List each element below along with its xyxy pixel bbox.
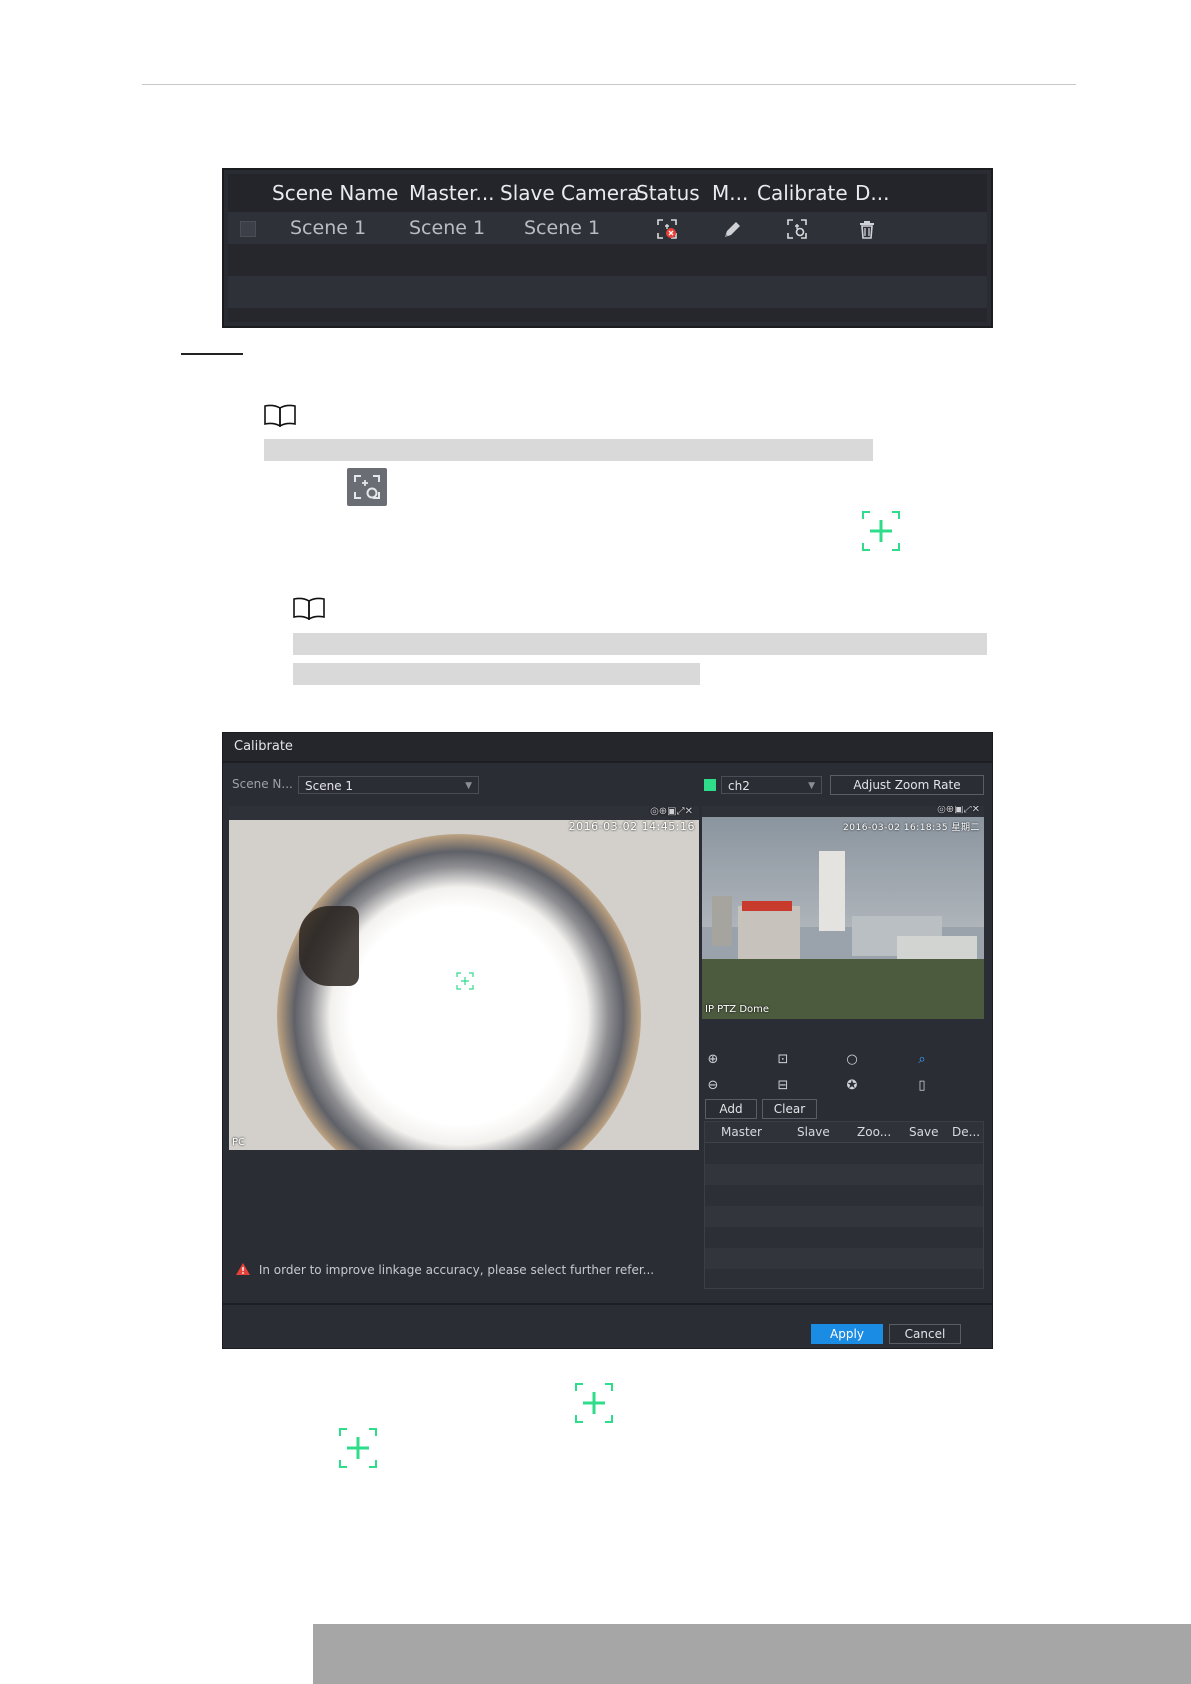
calibrate-button-image (347, 468, 387, 506)
apply-button[interactable]: Apply (811, 1324, 883, 1344)
warning-message: In order to improve linkage accuracy, pl… (235, 1262, 654, 1277)
col-scene-name[interactable]: Scene Name (272, 174, 398, 212)
cancel-button[interactable]: Cancel (889, 1324, 961, 1344)
table-row[interactable]: Scene 1 Scene 1 Scene 1 (228, 212, 987, 244)
zoom-out-icon[interactable]: ⊖ (704, 1077, 722, 1095)
cell-slave: Scene 1 (524, 217, 601, 239)
col-delete[interactable]: D... (855, 174, 889, 212)
note-text-redacted (293, 663, 700, 685)
note-book-icon (264, 404, 296, 427)
scene-select-value: Scene 1 (305, 779, 354, 793)
scene-list-table: Scene Name Master... Slave Camera Status… (222, 168, 993, 328)
status-offline-icon (657, 219, 677, 239)
table-row (705, 1143, 983, 1164)
video-building (738, 906, 800, 966)
dialog-title: Calibrate (223, 733, 992, 761)
calibrate-icon[interactable] (786, 218, 808, 240)
calibration-points-table: Master Slave Zoo... Save De... (704, 1121, 984, 1289)
note-book-icon (293, 597, 325, 620)
channel-color-indicator (704, 779, 716, 791)
video-toolbar: ◎⊕▣⤢✕ (702, 806, 984, 817)
slave-channel-osd: IP PTZ Dome (705, 1004, 770, 1015)
col-zoom[interactable]: Zoo... (857, 1122, 891, 1142)
table-row (705, 1227, 983, 1248)
table-row (705, 1164, 983, 1185)
table-row (705, 1185, 983, 1206)
slave-timestamp: 2016-03-02 16:18:35 星期二 (843, 823, 980, 833)
col-slave-camera[interactable]: Slave Camera (500, 174, 640, 212)
zoom-in-icon[interactable]: ⊕ (704, 1051, 722, 1069)
focus-point-icon (339, 1428, 377, 1468)
dialog-footer-separator (223, 1303, 992, 1305)
page-header-rule (142, 84, 1076, 85)
col-status[interactable]: Status (636, 174, 700, 212)
master-video-view[interactable]: ◎⊕▣⤢✕ 2016-03-02 14:45:16 PC (229, 806, 699, 1150)
col-delete[interactable]: De... (952, 1122, 980, 1142)
mouse-icon[interactable]: ▯ (913, 1077, 931, 1095)
edit-pencil-icon[interactable] (722, 220, 742, 240)
iris-close-icon[interactable]: ✪ (843, 1077, 861, 1095)
fisheye-image-detail (299, 906, 359, 986)
note-text-redacted (264, 439, 873, 461)
scene-name-label: Scene N... (232, 777, 293, 791)
table-row (228, 308, 987, 322)
col-save[interactable]: Save (909, 1122, 938, 1142)
fisheye-image (277, 834, 641, 1150)
focus-point-icon (862, 511, 900, 551)
add-button[interactable]: Add (705, 1099, 757, 1119)
points-table-header: Master Slave Zoo... Save De... (705, 1122, 983, 1143)
col-calibrate[interactable]: Calibrate (757, 174, 848, 212)
slave-video-view[interactable]: ◎⊕▣⤢✕ 2016-03-02 16:18:35 星期二 IP PTZ Dom… (702, 806, 984, 1019)
table-row (228, 244, 987, 276)
row-checkbox[interactable] (240, 221, 256, 237)
col-master[interactable]: Master (721, 1122, 762, 1142)
col-master[interactable]: Master... (409, 174, 495, 212)
focus-near-icon[interactable]: ⊡ (774, 1051, 792, 1069)
table-row (705, 1269, 983, 1288)
delete-trash-icon[interactable] (858, 220, 876, 240)
scene-table-header: Scene Name Master... Slave Camera Status… (228, 174, 987, 212)
table-row (705, 1206, 983, 1227)
table-row (705, 1248, 983, 1269)
focus-point-icon (575, 1383, 613, 1423)
iris-open-icon[interactable]: ○ (843, 1051, 861, 1069)
calibrate-icon (354, 475, 380, 499)
focus-point-icon[interactable] (456, 972, 474, 990)
chevron-down-icon: ▼ (465, 781, 472, 791)
video-toolbar: ◎⊕▣⤢✕ (229, 806, 699, 820)
cell-master: Scene 1 (409, 217, 486, 239)
col-modify[interactable]: M... (712, 174, 748, 212)
calibrate-dialog: Calibrate Scene N... Scene 1 ▼ ch2 ▼ Adj… (222, 732, 993, 1349)
note-text-redacted (293, 633, 987, 655)
channel-select-value: ch2 (728, 779, 750, 793)
chevron-down-icon: ▼ (808, 781, 815, 791)
dialog-separator (223, 761, 992, 763)
video-building (819, 851, 845, 931)
warning-triangle-icon (236, 1263, 250, 1275)
video-toolbar-icons[interactable]: ◎⊕▣⤢✕ (650, 806, 693, 817)
scene-select[interactable]: Scene 1 ▼ (298, 776, 479, 794)
step-marker (181, 353, 243, 355)
video-toolbar-icons[interactable]: ◎⊕▣⤢✕ (937, 806, 980, 815)
zoom-area-icon[interactable]: ⌕ (913, 1051, 931, 1069)
focus-far-icon[interactable]: ⊟ (774, 1077, 792, 1095)
table-row (228, 276, 987, 308)
col-slave[interactable]: Slave (797, 1122, 830, 1142)
video-building-sign (742, 901, 792, 911)
video-building (712, 896, 732, 946)
channel-select[interactable]: ch2 ▼ (721, 776, 822, 794)
master-timestamp: 2016-03-02 14:45:16 (568, 820, 695, 833)
clear-button[interactable]: Clear (762, 1099, 817, 1119)
master-channel-osd: PC (232, 1137, 246, 1148)
cell-scene-name: Scene 1 (290, 217, 367, 239)
adjust-zoom-rate-button[interactable]: Adjust Zoom Rate (830, 775, 984, 795)
warning-text: In order to improve linkage accuracy, pl… (258, 1263, 655, 1277)
page-footer-bar (313, 1624, 1191, 1684)
